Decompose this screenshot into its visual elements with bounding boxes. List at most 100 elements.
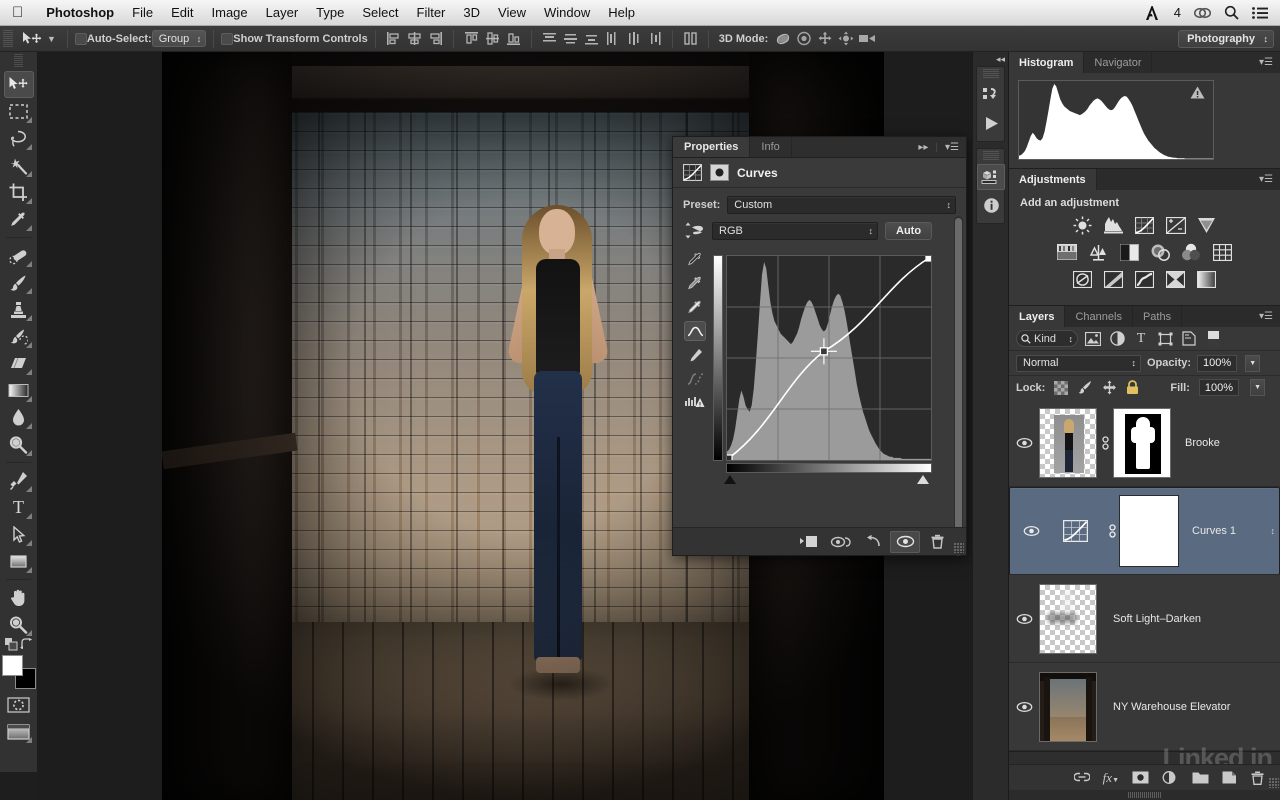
slide-3d-icon[interactable]	[836, 29, 857, 48]
list-icon[interactable]	[1252, 6, 1268, 19]
adobe-logo-icon[interactable]	[1145, 5, 1161, 20]
filter-toggle-icon[interactable]	[1204, 330, 1222, 348]
layer-name[interactable]: Curves 1	[1192, 525, 1236, 537]
opacity-value[interactable]: 100%	[1197, 354, 1238, 372]
default-colors-icon[interactable]	[4, 638, 18, 651]
layer-mask-thumbnail[interactable]	[1119, 495, 1179, 567]
levels-icon[interactable]	[1103, 215, 1125, 235]
move-tool[interactable]	[3, 71, 34, 98]
align-top-edges-button[interactable]	[461, 29, 482, 48]
layer-name[interactable]: NY Warehouse Elevator	[1113, 701, 1230, 713]
table-row[interactable]: Brooke	[1009, 399, 1280, 487]
filter-shape-icon[interactable]	[1156, 330, 1174, 348]
link-layers-icon[interactable]	[1073, 772, 1090, 783]
quick-mask-icon[interactable]	[4, 691, 34, 718]
delete-layer-icon[interactable]	[1250, 771, 1265, 785]
menu-item-type[interactable]: Type	[307, 0, 353, 26]
align-vertical-centers-button[interactable]	[482, 29, 503, 48]
layer-thumbnail[interactable]	[1039, 407, 1097, 478]
gradient-tool[interactable]	[4, 377, 34, 404]
visibility-eye-icon[interactable]	[890, 530, 920, 553]
expand-arrows-icon[interactable]: ▸▸	[918, 142, 928, 153]
smooth-curve-tool[interactable]	[684, 369, 706, 389]
move-tool-icon[interactable]: ▼	[18, 31, 60, 47]
photo-filter-icon[interactable]	[1149, 242, 1171, 262]
apple-icon[interactable]: 	[12, 5, 23, 20]
exposure-icon[interactable]	[1165, 215, 1187, 235]
black-input-slider[interactable]	[724, 475, 736, 484]
add-layer-mask-icon[interactable]	[1132, 771, 1149, 784]
distribute-spacing-button[interactable]	[680, 29, 701, 48]
tab-navigator[interactable]: Navigator	[1084, 52, 1153, 73]
posterize-icon[interactable]	[1103, 269, 1125, 289]
dock-grip-2[interactable]	[982, 151, 999, 161]
creative-cloud-icon[interactable]	[1194, 6, 1211, 20]
tab-info[interactable]: Info	[750, 137, 792, 157]
toolbox-grip[interactable]	[14, 54, 23, 68]
info-panel-icon[interactable]	[977, 192, 1005, 218]
menu-item-photoshop[interactable]: Photoshop	[37, 0, 123, 26]
show-transform-controls-checkbox[interactable]	[221, 32, 234, 45]
channel-dropdown[interactable]: RGB	[712, 221, 878, 240]
tab-adjustments[interactable]: Adjustments	[1009, 169, 1097, 190]
lock-image-pixels-icon[interactable]	[1077, 380, 1093, 395]
fill-stepper[interactable]: ▼	[1250, 379, 1266, 396]
menu-item-filter[interactable]: Filter	[408, 0, 455, 26]
rectangular-marquee-tool[interactable]	[4, 98, 34, 125]
layer-filter-kind-dropdown[interactable]: Kind	[1016, 330, 1078, 347]
panel-resize-grip[interactable]	[1269, 778, 1279, 788]
menu-item-image[interactable]: Image	[203, 0, 257, 26]
align-bottom-edges-button[interactable]	[503, 29, 524, 48]
roll-3d-icon[interactable]	[794, 29, 815, 48]
tool-preset-chevron-down-icon[interactable]: ▼	[47, 34, 56, 44]
spot-healing-brush-tool[interactable]	[4, 242, 34, 269]
lock-position-icon[interactable]	[1102, 380, 1117, 395]
mask-link-icon[interactable]	[1097, 435, 1113, 450]
auto-button[interactable]: Auto	[885, 221, 933, 240]
curve-graph-svg[interactable]	[727, 256, 931, 460]
curves-adjustment-icon[interactable]	[683, 164, 702, 181]
type-tool[interactable]: T	[4, 494, 34, 521]
auto-select-checkbox[interactable]	[74, 32, 87, 45]
dodge-tool[interactable]	[4, 431, 34, 458]
tab-properties[interactable]: Properties	[673, 137, 751, 157]
drag-3d-icon[interactable]	[815, 29, 836, 48]
collapse-panels-icon[interactable]: ◂◂	[996, 54, 1005, 65]
opacity-stepper[interactable]: ▼	[1245, 354, 1261, 372]
history-brush-tool[interactable]	[4, 323, 34, 350]
filter-type-icon[interactable]: T	[1132, 330, 1150, 348]
new-layer-icon[interactable]	[1222, 771, 1237, 784]
menu-item-edit[interactable]: Edit	[162, 0, 202, 26]
blend-mode-dropdown[interactable]: Normal	[1016, 354, 1141, 372]
new-group-icon[interactable]	[1192, 771, 1209, 784]
layer-mask-thumbnail[interactable]	[1113, 407, 1171, 478]
gray-point-eyedropper[interactable]	[684, 273, 706, 293]
panel-menu-icon[interactable]: ▾☰	[945, 142, 959, 153]
distribute-vertical-centers-button[interactable]	[560, 29, 581, 48]
layer-thumbnail[interactable]	[1039, 671, 1097, 742]
black-white-icon[interactable]	[1118, 242, 1140, 262]
tab-channels[interactable]: Channels	[1065, 306, 1133, 327]
align-right-edges-button[interactable]	[425, 29, 446, 48]
history-icon[interactable]	[977, 82, 1005, 108]
menu-item-window[interactable]: Window	[535, 0, 599, 26]
on-image-adjust-icon[interactable]	[683, 221, 705, 240]
3d-panel-icon[interactable]	[977, 164, 1005, 190]
layer-name[interactable]: Brooke	[1185, 437, 1220, 449]
layer-thumbnail[interactable]	[1039, 583, 1097, 654]
mask-link-icon[interactable]	[1104, 524, 1120, 538]
toggle-preview-icon[interactable]	[826, 531, 856, 553]
lock-all-icon[interactable]	[1126, 380, 1139, 395]
brightness-contrast-icon[interactable]	[1072, 215, 1094, 235]
clipping-warning-icon[interactable]	[684, 393, 706, 413]
white-input-slider[interactable]	[917, 475, 929, 484]
layer-mask-icon[interactable]	[710, 164, 729, 181]
crop-tool[interactable]	[4, 179, 34, 206]
layer-visibility-toggle[interactable]	[1016, 525, 1046, 537]
lasso-tool[interactable]	[4, 125, 34, 152]
menu-item-select[interactable]: Select	[353, 0, 407, 26]
dock-grip-1[interactable]	[982, 69, 999, 79]
tab-paths[interactable]: Paths	[1133, 306, 1183, 327]
vibrance-icon[interactable]	[1196, 215, 1218, 235]
magic-wand-tool[interactable]	[4, 152, 34, 179]
